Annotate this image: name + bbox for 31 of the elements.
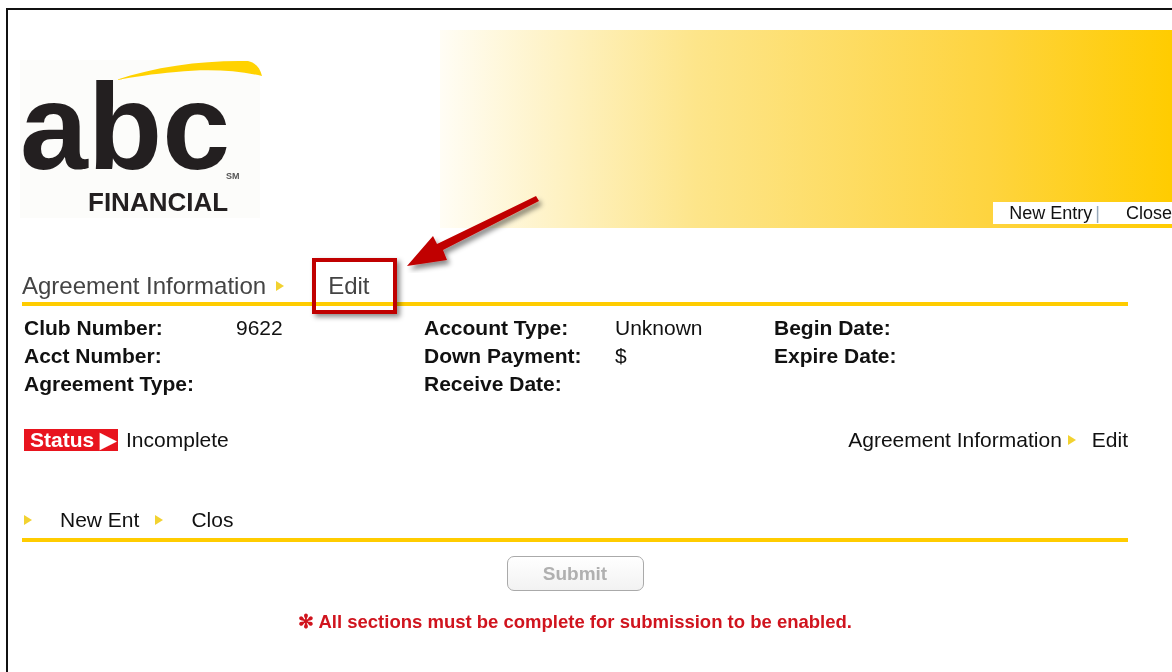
- swoosh-icon: [116, 60, 262, 80]
- logo-subtitle: FINANCIAL: [88, 187, 229, 218]
- status-value: Incomplete: [126, 428, 229, 452]
- field-label: Expire Date:: [774, 343, 897, 369]
- breadcrumb-link[interactable]: Agreement Information: [848, 428, 1062, 452]
- field-label: Receive Date:: [424, 371, 563, 397]
- validation-message: ✻ All sections must be complete for submission to be enabled.: [297, 611, 853, 633]
- triangle-icon: [276, 281, 285, 291]
- field-value: $: [615, 343, 627, 369]
- field-label: Begin Date:: [774, 315, 891, 341]
- edit-link[interactable]: Edit: [328, 272, 370, 300]
- nav-link[interactable]: Clos: [191, 508, 234, 532]
- field-label: Down Payment:: [424, 343, 583, 369]
- field-label: Acct Number:: [24, 343, 163, 369]
- logo-wordmark: abc: [20, 81, 231, 174]
- field-label: Agreement Type:: [24, 371, 195, 397]
- trademark: SM: [226, 171, 240, 181]
- field-label: Club Number:: [24, 315, 164, 341]
- edit-link[interactable]: Edit: [1091, 428, 1128, 452]
- triangle-icon: [1067, 435, 1076, 445]
- field-value: Unknown: [615, 315, 703, 341]
- triangle-icon: [24, 515, 32, 525]
- nav-link[interactable]: Close: [1125, 202, 1172, 224]
- triangle-icon: [155, 515, 164, 525]
- status-badge: Status ▶: [24, 429, 118, 451]
- link-separator: |: [1095, 202, 1100, 224]
- section-title: Agreement Information: [22, 272, 267, 300]
- field-label: Account Type:: [424, 315, 570, 341]
- nav-link[interactable]: New Ent: [60, 508, 140, 532]
- field-value: 9622: [236, 315, 283, 341]
- nav-link[interactable]: New Entry: [1009, 202, 1093, 224]
